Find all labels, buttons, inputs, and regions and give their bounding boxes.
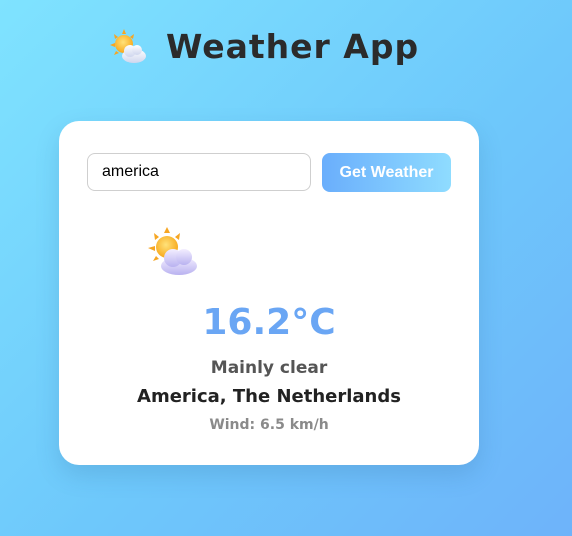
get-weather-button[interactable]: Get Weather [322,153,451,192]
location-name: America, The Netherlands [137,386,401,407]
app-header: Weather App [108,26,419,66]
wind-speed: Wind: 6.5 km/h [209,417,329,433]
sun-behind-cloud-icon [110,29,146,63]
temperature-value: 16.2°C [202,302,336,343]
app-title: Weather App [166,26,420,66]
city-search-input[interactable] [87,153,311,191]
weather-card: Get Weather 16.2°C Mainly clear America,… [59,121,479,465]
weather-condition: Mainly clear [210,358,328,378]
sun-behind-cloud-icon [148,227,197,275]
